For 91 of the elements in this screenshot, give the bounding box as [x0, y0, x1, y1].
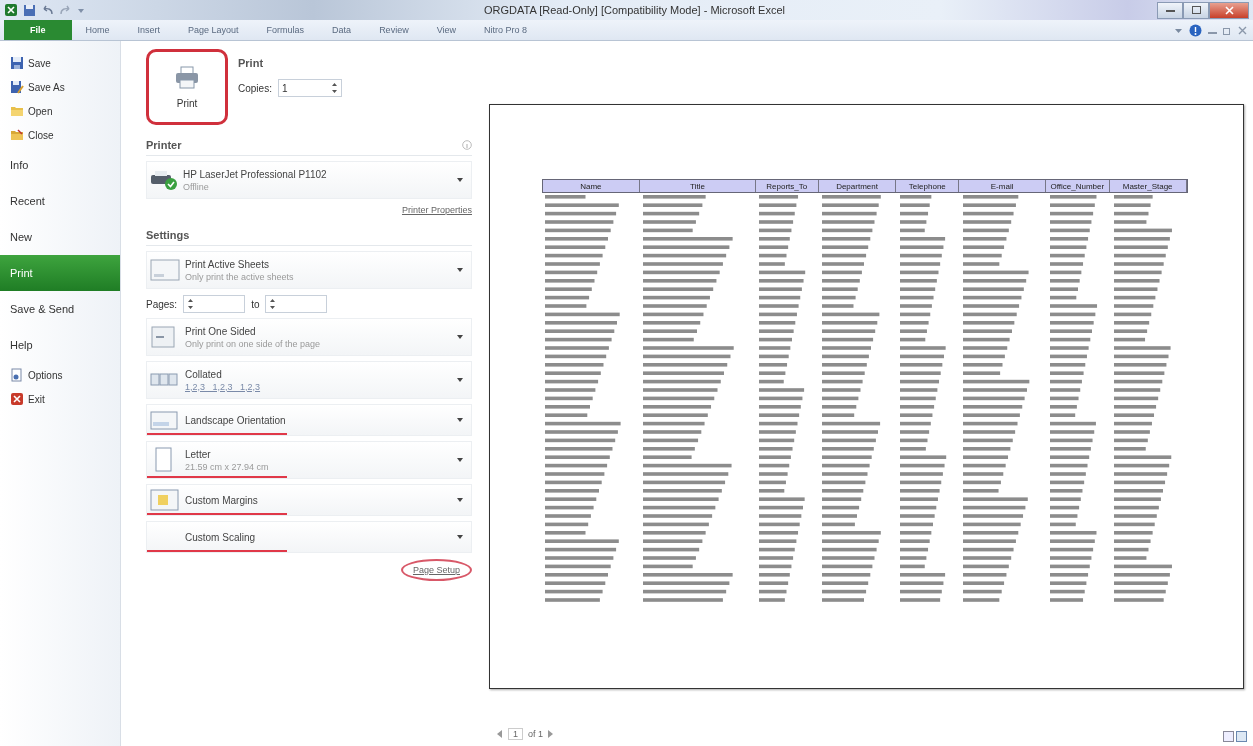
- settings-dropdown[interactable]: Landscape Orientation: [146, 404, 472, 436]
- folder-icon: [10, 104, 24, 118]
- excel-logo-icon: [4, 3, 18, 17]
- dropdown-arrow-icon: [457, 178, 463, 182]
- zoom-to-page-icon[interactable]: [1236, 731, 1247, 742]
- close-button[interactable]: [1209, 1, 1249, 19]
- settings-heading: Settings: [146, 229, 190, 241]
- redo-icon[interactable]: [59, 3, 72, 17]
- spinner-arrows-icon: [187, 298, 195, 310]
- column-header: Telephone: [896, 180, 960, 192]
- backstage-menu-item[interactable]: Info: [0, 147, 120, 183]
- pages-to-spinner[interactable]: [265, 295, 328, 313]
- backstage-menu-item[interactable]: Save As: [0, 75, 120, 99]
- folder-icon: [10, 128, 24, 142]
- ribbon-tab[interactable]: Insert: [123, 20, 175, 40]
- settings-dropdown[interactable]: Collated 1,2,3 1,2,3 1,2,3: [146, 361, 472, 399]
- pages-label: Pages:: [146, 298, 178, 310]
- exit-icon: [10, 392, 24, 406]
- backstage-menu-item[interactable]: Save: [0, 51, 120, 75]
- dropdown-arrow-icon: [457, 498, 463, 502]
- settings-dropdown[interactable]: Custom Margins: [146, 484, 472, 516]
- restore-icon[interactable]: [1223, 25, 1232, 35]
- landscape-page-icon: [150, 408, 180, 432]
- dropdown-arrow-icon: [457, 335, 463, 339]
- undo-icon[interactable]: [41, 3, 54, 17]
- page-number-field[interactable]: 1: [508, 728, 523, 740]
- spinner-arrows-icon: [330, 82, 338, 94]
- to-label: to: [251, 298, 260, 310]
- settings-dropdown[interactable]: Print Active Sheets Only print the active sheets: [146, 251, 472, 289]
- ribbon-tab[interactable]: Page Layout: [174, 20, 253, 40]
- backstage-menu-item[interactable]: New: [0, 219, 120, 255]
- dropdown-arrow-icon: [457, 418, 463, 422]
- dropdown-arrow-icon: [457, 268, 463, 272]
- column-header: Department: [818, 180, 897, 192]
- dropdown-arrow-icon: [457, 378, 463, 382]
- backstage-menu-item[interactable]: Open: [0, 99, 120, 123]
- ribbon-tab[interactable]: View: [422, 20, 470, 40]
- copies-label: Copies:: [238, 82, 272, 94]
- column-header: Name: [542, 180, 641, 192]
- sheet-icon: [150, 258, 180, 282]
- print-button[interactable]: Print: [146, 49, 228, 125]
- document-gear-icon: [10, 368, 24, 382]
- page-count: of 1: [528, 729, 544, 739]
- column-header: Reports_To: [755, 180, 819, 192]
- printer-heading: Printer: [146, 139, 182, 151]
- info-icon[interactable]: [462, 140, 472, 150]
- ribbon-tab[interactable]: Data: [318, 20, 366, 40]
- minimize-icon: [1165, 8, 1175, 12]
- next-page-icon[interactable]: [548, 730, 555, 738]
- page-setup-link[interactable]: Page Setup: [400, 559, 472, 581]
- column-header: E-mail: [959, 180, 1046, 192]
- column-header: Title: [640, 180, 756, 192]
- backstage-menu-item[interactable]: Save & Send: [0, 291, 120, 327]
- maximize-button[interactable]: [1183, 1, 1209, 19]
- ribbon-tab[interactable]: Formulas: [252, 20, 319, 40]
- spinner-arrows-icon: [269, 298, 277, 310]
- column-header: Master_Stage: [1109, 180, 1187, 192]
- maximize-icon: [1191, 6, 1201, 14]
- ribbon-tab[interactable]: Review: [365, 20, 423, 40]
- backstage-menu-item[interactable]: Exit: [0, 387, 120, 411]
- print-heading: Print: [238, 57, 265, 69]
- backstage-menu-item[interactable]: Close: [0, 123, 120, 147]
- ribbon-tab[interactable]: Nitro Pro 8: [470, 20, 541, 40]
- margins-icon: [150, 488, 180, 512]
- settings-dropdown[interactable]: Custom Scaling: [146, 521, 472, 553]
- backstage-menu-item[interactable]: Help: [0, 327, 120, 363]
- backstage-menu-item[interactable]: Options: [0, 363, 120, 387]
- printer-ready-icon: [149, 169, 179, 191]
- backstage-menu-item[interactable]: Print: [0, 255, 120, 291]
- show-margins-icon[interactable]: [1223, 731, 1234, 742]
- close-icon: [1224, 5, 1234, 15]
- ribbon-tab[interactable]: Home: [71, 20, 124, 40]
- backstage-menu-item[interactable]: Recent: [0, 183, 120, 219]
- printer-dropdown[interactable]: HP LaserJet Professional P1102 Offline: [146, 161, 472, 199]
- printer-properties-link[interactable]: Printer Properties: [401, 205, 472, 215]
- save-icon[interactable]: [23, 3, 36, 17]
- help-icon[interactable]: [1189, 23, 1202, 37]
- window-title: ORGDATA [Read-Only] [Compatibility Mode] - Microsoft Excel: [484, 4, 786, 16]
- settings-dropdown[interactable]: Letter 21.59 cm x 27.94 cm: [146, 441, 472, 479]
- ribbon-tab[interactable]: File: [4, 20, 72, 40]
- dropdown-arrow-icon: [457, 535, 463, 539]
- copies-spinner[interactable]: 1: [277, 79, 342, 97]
- settings-dropdown[interactable]: Print One Sided Only print on one side of the page: [146, 318, 472, 356]
- printer-icon: [174, 65, 200, 90]
- floppy-disk-pencil-icon: [10, 80, 24, 94]
- dropdown-arrow-icon: [457, 458, 463, 462]
- close-icon[interactable]: [1238, 25, 1247, 35]
- pages-from-spinner[interactable]: [183, 295, 246, 313]
- column-header: Office_Number: [1045, 180, 1110, 192]
- previous-page-icon[interactable]: [497, 730, 503, 738]
- minimize-button[interactable]: [1157, 1, 1183, 19]
